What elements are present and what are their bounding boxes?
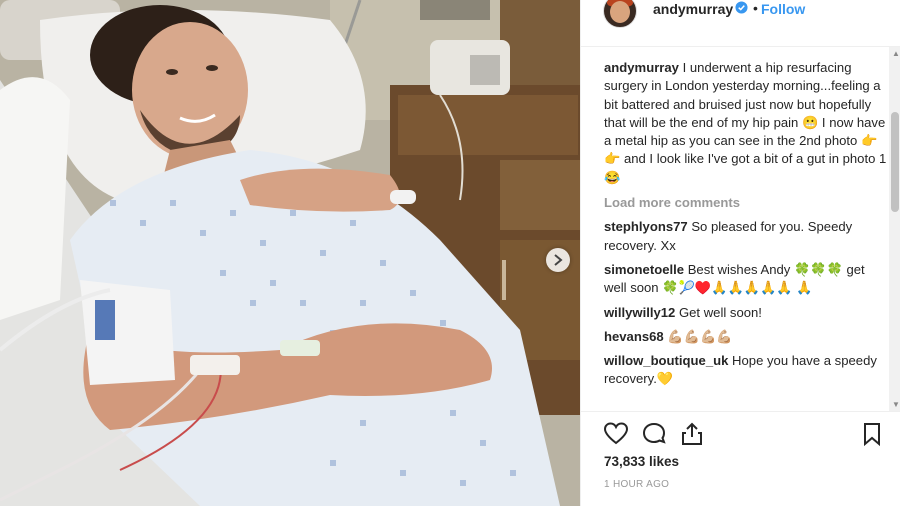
post-header: andymurray • Follow <box>581 0 900 47</box>
comment-item: hevans68 💪🏼💪🏼💪🏼💪🏼 <box>604 328 889 346</box>
chevron-right-icon <box>554 254 563 266</box>
share-icon[interactable] <box>679 421 705 447</box>
comment-username[interactable]: willow_boutique_uk <box>604 353 728 368</box>
comment-item: willywilly12 Get well soon! <box>604 304 889 322</box>
hospital-photo-illustration <box>0 0 580 506</box>
scroll-down-icon[interactable]: ▼ <box>892 400 900 409</box>
comment-text: 💪🏼💪🏼💪🏼💪🏼 <box>667 328 733 344</box>
caption-text: I underwent a hip resurfacing surgery in… <box>604 60 887 185</box>
comments-scrollbar[interactable]: ▲ ▼ <box>889 47 900 411</box>
likes-count[interactable]: 73,833 likes <box>604 454 679 469</box>
instagram-post-view: andymurray • Follow andymurray I underwe… <box>0 0 900 506</box>
post-actions: 73,833 likes 1 HOUR AGO <box>581 411 900 507</box>
comment-item: stephlyons77 So pleased for you. Speedy … <box>604 218 889 255</box>
comment-item: simonetoelle Best wishes Andy 🍀🍀🍀 get we… <box>604 261 889 298</box>
post-photo[interactable] <box>0 0 580 506</box>
avatar-face <box>610 1 630 23</box>
comment-username[interactable]: willywilly12 <box>604 305 675 320</box>
verified-badge-icon <box>735 1 748 14</box>
comment-username[interactable]: simonetoelle <box>604 262 684 277</box>
comment-text: Get well soon! <box>678 304 762 320</box>
avatar[interactable] <box>603 0 637 28</box>
load-more-comments-button[interactable]: Load more comments <box>604 194 889 212</box>
comment-username[interactable]: stephlyons77 <box>604 219 688 234</box>
caption: andymurray I underwent a hip resurfacing… <box>604 59 889 187</box>
comment-username[interactable]: hevans68 <box>604 329 664 344</box>
caption-username[interactable]: andymurray <box>604 60 679 75</box>
post-sidebar: andymurray • Follow andymurray I underwe… <box>580 0 900 506</box>
comment-bubble-icon[interactable] <box>641 421 667 447</box>
separator-dot: • <box>753 0 758 16</box>
follow-button[interactable]: Follow <box>761 1 805 17</box>
next-photo-button[interactable] <box>546 248 570 272</box>
post-timestamp[interactable]: 1 HOUR AGO <box>604 479 669 490</box>
comments-section: andymurray I underwent a hip resurfacing… <box>581 47 889 411</box>
comment-item: willow_boutique_uk Hope you have a speed… <box>604 352 889 389</box>
scrollbar-thumb[interactable] <box>891 112 899 212</box>
header-username[interactable]: andymurray <box>653 1 733 17</box>
scroll-up-icon[interactable]: ▲ <box>892 49 900 58</box>
heart-icon[interactable] <box>603 421 629 447</box>
bookmark-icon[interactable] <box>859 421 885 447</box>
